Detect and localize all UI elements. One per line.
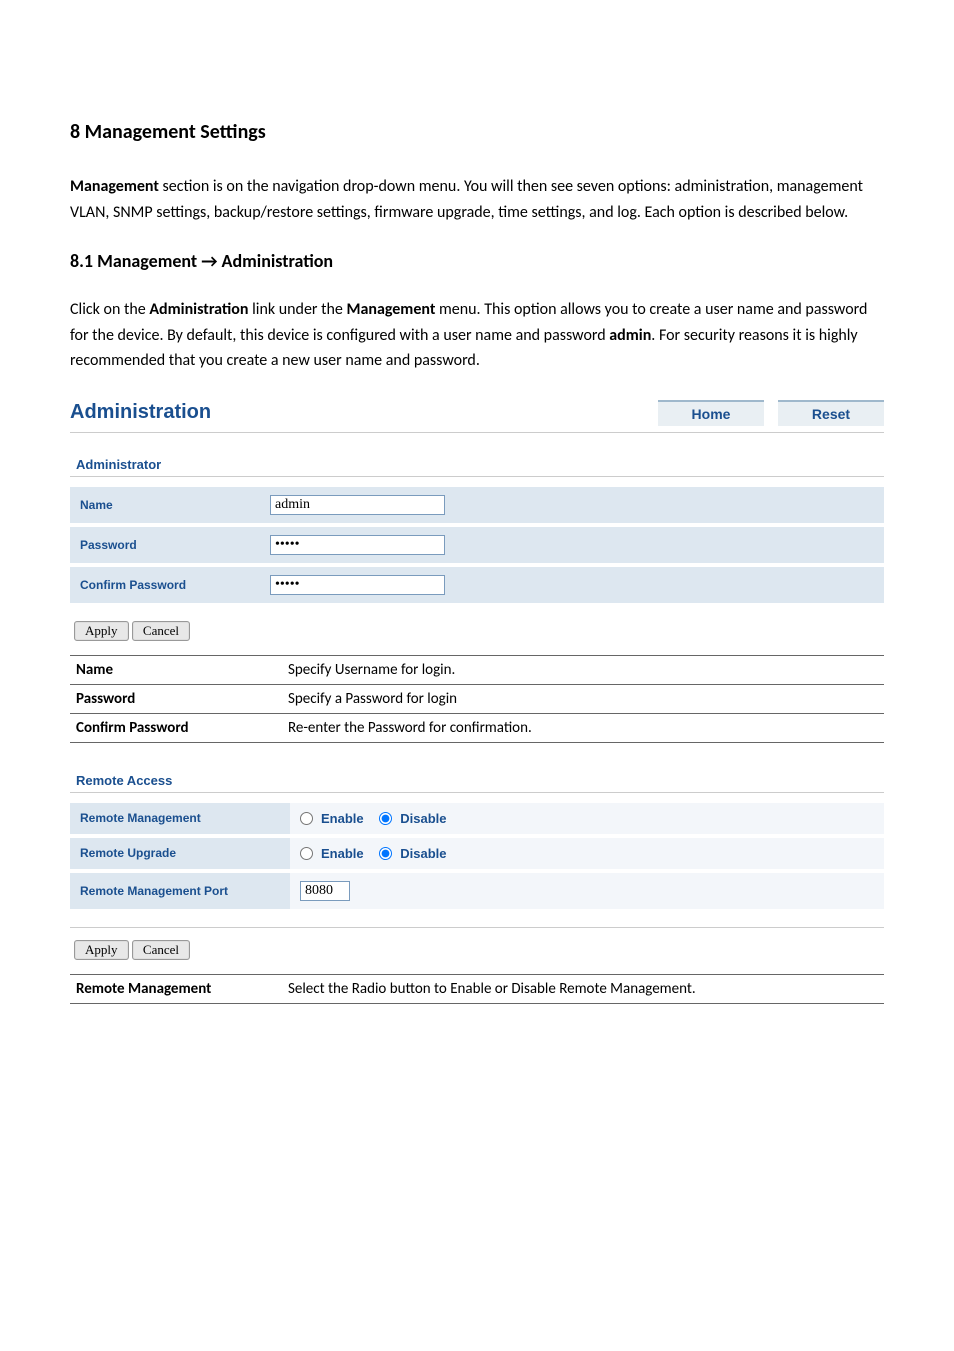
apply-button[interactable]: Apply bbox=[74, 940, 129, 960]
remote-management-port-label: Remote Management Port bbox=[70, 871, 290, 911]
panel-title-bar: Administration Home Reset bbox=[70, 394, 884, 433]
confirm-password-field[interactable] bbox=[270, 575, 445, 595]
admin-description-table: Name Specify Username for login. Passwor… bbox=[70, 655, 884, 743]
desc-password-key: Password bbox=[70, 684, 282, 713]
administrator-form: Name Password Confirm Password bbox=[70, 487, 884, 607]
name-label: Name bbox=[70, 487, 260, 525]
remote-upgrade-label: Remote Upgrade bbox=[70, 836, 290, 871]
section-heading: 8 Management Settings bbox=[70, 120, 884, 144]
intro-bold: Management bbox=[70, 177, 159, 196]
remote-management-label: Remote Management bbox=[70, 803, 290, 836]
desc-password-val: Specify a Password for login bbox=[282, 684, 884, 713]
reset-button[interactable]: Reset bbox=[778, 400, 884, 426]
remote-management-disable-radio[interactable] bbox=[379, 812, 392, 825]
password-field[interactable] bbox=[270, 535, 445, 555]
remote-upgrade-enable-radio[interactable] bbox=[300, 847, 313, 860]
administrator-section-label: Administrator bbox=[76, 457, 884, 472]
desc-name-key: Name bbox=[70, 655, 282, 684]
desc-name-val: Specify Username for login. bbox=[282, 655, 884, 684]
password-label: Password bbox=[70, 525, 260, 565]
divider bbox=[70, 792, 884, 793]
remote-access-section-label: Remote Access bbox=[76, 773, 884, 788]
desc-confirm-key: Confirm Password bbox=[70, 713, 282, 742]
remote-management-enable-radio[interactable] bbox=[300, 812, 313, 825]
admin-paragraph: Click on the Administration link under t… bbox=[70, 297, 884, 374]
cancel-button[interactable]: Cancel bbox=[132, 940, 190, 960]
enable-label: Enable bbox=[321, 811, 364, 826]
remote-description-table: Remote Management Select the Radio butto… bbox=[70, 974, 884, 1004]
remote-access-form: Remote Management Enable Disable Remote … bbox=[70, 803, 884, 913]
intro-paragraph: Management section is on the navigation … bbox=[70, 174, 884, 225]
divider bbox=[70, 476, 884, 477]
intro-rest: section is on the navigation drop-down m… bbox=[70, 177, 863, 222]
name-field[interactable] bbox=[270, 495, 445, 515]
panel-title: Administration bbox=[70, 401, 211, 424]
confirm-password-label: Confirm Password bbox=[70, 565, 260, 605]
remote-upgrade-disable-radio[interactable] bbox=[379, 847, 392, 860]
cancel-button[interactable]: Cancel bbox=[132, 621, 190, 641]
desc-remote-mgmt-key: Remote Management bbox=[70, 974, 282, 1003]
remote-management-port-field[interactable] bbox=[300, 881, 350, 901]
panel-nav: Home Reset bbox=[658, 400, 884, 426]
disable-label: Disable bbox=[400, 846, 446, 861]
enable-label: Enable bbox=[321, 846, 364, 861]
subsection-heading: 8.1 Management → Administration bbox=[70, 250, 884, 272]
remote-button-row: Apply Cancel bbox=[70, 927, 884, 968]
desc-confirm-val: Re-enter the Password for confirmation. bbox=[282, 713, 884, 742]
home-button[interactable]: Home bbox=[658, 400, 764, 426]
desc-remote-mgmt-val: Select the Radio button to Enable or Dis… bbox=[282, 974, 884, 1003]
apply-button[interactable]: Apply bbox=[74, 621, 129, 641]
disable-label: Disable bbox=[400, 811, 446, 826]
admin-button-row: Apply Cancel bbox=[70, 621, 884, 649]
